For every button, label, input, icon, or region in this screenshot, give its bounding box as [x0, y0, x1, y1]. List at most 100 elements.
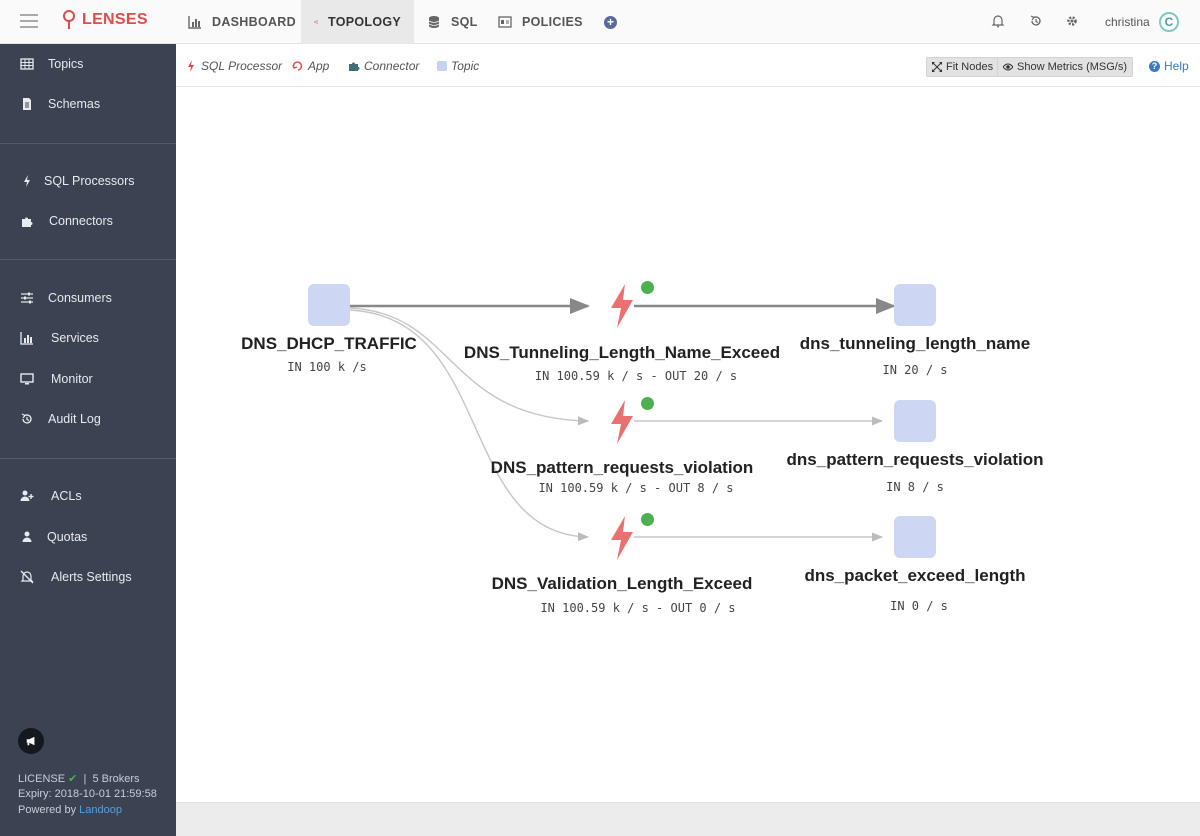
- history-icon[interactable]: [1029, 14, 1043, 28]
- sidebar-divider: [0, 143, 176, 144]
- top-navbar: LENSES DASHBOARD TOPOLOGY SQL POLICIES +: [0, 0, 1200, 44]
- bell-icon[interactable]: [991, 14, 1005, 28]
- powered-by-label: Powered by: [18, 804, 77, 816]
- topology-edges: [349, 298, 896, 542]
- show-metrics-button[interactable]: Show Metrics (MSG/s): [997, 57, 1134, 77]
- sidebar-item-label: Topics: [48, 57, 84, 71]
- sink-3-metric: IN 0 / s: [890, 599, 948, 613]
- sidebar-item-connectors[interactable]: Connectors: [0, 201, 176, 241]
- sink-2-name: dns_pattern_requests_violation: [786, 450, 1044, 469]
- sql-processor-3-bolt-icon[interactable]: [609, 516, 635, 560]
- sink-2-metric: IN 8 / s: [886, 480, 944, 494]
- database-icon: [428, 16, 440, 28]
- logo-text: LENSES: [82, 11, 148, 28]
- topic-node-sink-3[interactable]: [894, 516, 936, 558]
- sidebar-item-services[interactable]: Services: [0, 318, 176, 358]
- sink-1-metric: IN 20 / s: [882, 363, 948, 377]
- topic-node-sink-2[interactable]: [894, 400, 936, 442]
- avatar[interactable]: C: [1159, 12, 1179, 32]
- table-icon: [20, 58, 34, 70]
- brokers-count: 5 Brokers: [92, 773, 140, 785]
- license-expiry: Expiry: 2018-10-01 21:59:58: [18, 788, 157, 800]
- topic-node-source-metric: IN 100 k /s: [287, 360, 367, 374]
- tab-sql[interactable]: SQL: [414, 0, 491, 44]
- announcements-button[interactable]: [18, 728, 44, 754]
- sidebar-item-alerts-settings[interactable]: Alerts Settings: [0, 557, 176, 597]
- license-label: LICENSE: [18, 773, 66, 785]
- tab-topology[interactable]: TOPOLOGY: [301, 0, 414, 44]
- sidebar-item-label: Monitor: [51, 372, 93, 386]
- sidebar-item-label: Schemas: [48, 97, 101, 111]
- document-icon: [23, 98, 31, 110]
- processor-1-status-indicator: [641, 281, 654, 294]
- landoop-link[interactable]: Landoop: [79, 804, 122, 816]
- license-check-icon: ✔: [68, 773, 78, 785]
- processor-3-status-indicator: [641, 513, 654, 526]
- help-link[interactable]: ? Help: [1149, 59, 1189, 73]
- tab-policies-label: POLICIES: [522, 15, 583, 29]
- expand-icon: [932, 62, 942, 72]
- legend-sql-processor: SQL Processor: [185, 59, 282, 73]
- gear-icon[interactable]: [1065, 14, 1079, 28]
- help-label: Help: [1164, 59, 1189, 73]
- edge-source-to-processor-2: [349, 307, 590, 426]
- processor-1-name: DNS_Tunneling_Length_Name_Exceed: [463, 343, 781, 362]
- puzzle-icon: [22, 217, 33, 227]
- topology-canvas[interactable]: DNS_DHCP_TRAFFIC IN 100 k /s DNS_Tunneli…: [176, 88, 1200, 802]
- processor-3-metric: IN 100.59 k / s - OUT 0 / s: [540, 601, 736, 615]
- powered-by: Powered by Landoop: [18, 804, 122, 816]
- sidebar-item-label: Consumers: [48, 291, 112, 305]
- show-metrics-label: Show Metrics (MSG/s): [1017, 61, 1128, 73]
- legend-connector: Connector: [348, 59, 419, 73]
- topic-node-source[interactable]: [308, 284, 350, 326]
- sidebar-item-sql-processors[interactable]: SQL Processors: [0, 161, 176, 201]
- page-footer: [176, 802, 1200, 836]
- topic-node-source-name: DNS_DHCP_TRAFFIC: [241, 334, 417, 353]
- legend-connector-label: Connector: [364, 59, 420, 73]
- question-circle-icon: ?: [1149, 60, 1160, 72]
- sidebar-item-label: Connectors: [49, 214, 113, 228]
- legend-topic: Topic: [437, 59, 479, 73]
- sidebar-item-quotas[interactable]: Quotas: [0, 517, 176, 557]
- user-plus-icon: [20, 490, 34, 501]
- sink-1-name: dns_tunneling_length_name: [799, 334, 1031, 353]
- fit-nodes-label: Fit Nodes: [946, 61, 994, 73]
- sidebar-item-acls[interactable]: ACLs: [0, 476, 176, 516]
- fit-nodes-button[interactable]: Fit Nodes: [926, 57, 1000, 77]
- sidebar-item-topics[interactable]: Topics: [0, 44, 176, 84]
- users-icon: [22, 531, 32, 542]
- bar-chart-icon: [188, 16, 201, 29]
- sidebar-item-audit-log[interactable]: Audit Log: [0, 399, 176, 439]
- legend-app-label: App: [308, 59, 330, 73]
- legend-topic-label: Topic: [451, 59, 480, 73]
- history-icon: [21, 413, 32, 424]
- hamburger-menu-icon[interactable]: [20, 14, 38, 28]
- sidebar-item-label: Audit Log: [48, 412, 101, 426]
- license-status: LICENSE ✔ | 5 Brokers: [18, 773, 140, 785]
- monitor-icon: [20, 373, 34, 385]
- add-tab-button[interactable]: +: [604, 16, 617, 29]
- megaphone-icon: [26, 736, 35, 746]
- username[interactable]: christina: [1105, 15, 1150, 29]
- sidebar-item-monitor[interactable]: Monitor: [0, 359, 176, 399]
- topology-legend-bar: SQL Processor App Connector Topic Fit No…: [176, 44, 1200, 87]
- processor-2-name: DNS_pattern_requests_violation: [490, 458, 754, 477]
- tab-topology-label: TOPOLOGY: [327, 15, 401, 29]
- lenses-logo[interactable]: LENSES: [62, 10, 148, 30]
- sidebar-item-schemas[interactable]: Schemas: [0, 84, 176, 124]
- processor-2-status-indicator: [641, 397, 654, 410]
- sidebar-item-label: Alerts Settings: [51, 570, 132, 584]
- sql-processor-1-bolt-icon[interactable]: [609, 284, 635, 328]
- share-nodes-icon: [314, 20, 318, 24]
- sidebar-item-consumers[interactable]: Consumers: [0, 278, 176, 318]
- topic-node-sink-1[interactable]: [894, 284, 936, 326]
- sql-processor-2-bolt-icon[interactable]: [609, 400, 635, 444]
- tab-sql-label: SQL: [451, 15, 478, 29]
- tab-policies[interactable]: POLICIES: [485, 0, 596, 44]
- app-loop-icon: [292, 61, 303, 71]
- sidebar-item-label: SQL Processors: [44, 174, 135, 188]
- legend-sql-processor-label: SQL Processor: [201, 59, 283, 73]
- lenses-pin-icon: [63, 10, 75, 29]
- tab-dashboard[interactable]: DASHBOARD: [175, 0, 309, 44]
- tab-dashboard-label: DASHBOARD: [212, 15, 296, 29]
